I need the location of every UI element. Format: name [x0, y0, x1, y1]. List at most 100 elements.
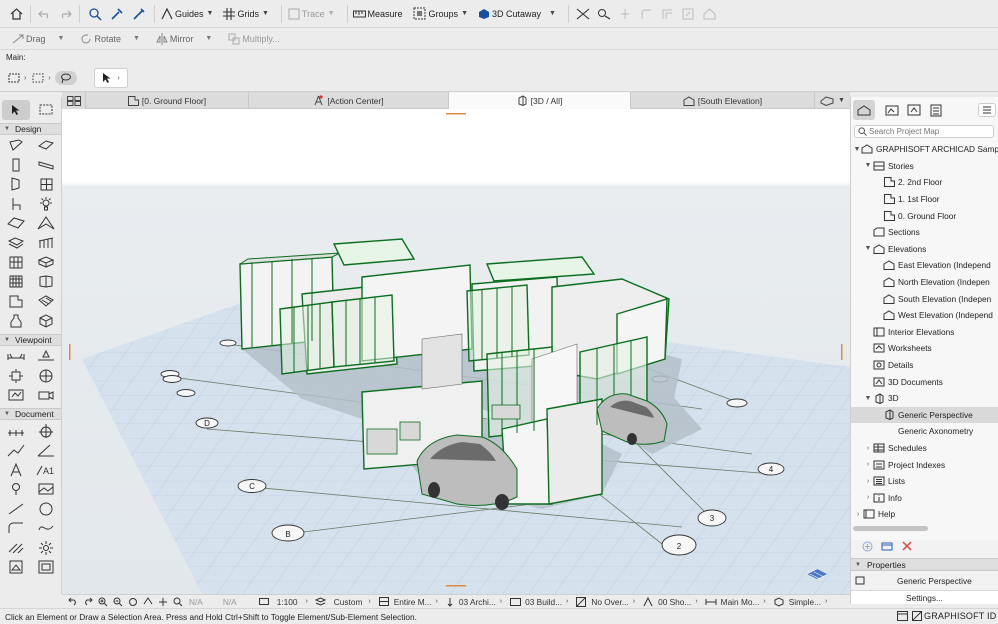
tab-action-center[interactable]: [Action Center]	[249, 92, 449, 109]
tab-south-elevation[interactable]: [South Elevation]	[631, 92, 815, 109]
tree-item[interactable]: Generic Axonometry	[851, 423, 998, 440]
pen-set-dropdown[interactable]: 03 Archi... ›	[444, 597, 502, 607]
search-input[interactable]	[869, 127, 989, 136]
tree-item[interactable]: ▼ 3D	[851, 390, 998, 407]
fillet-icon[interactable]	[636, 8, 657, 20]
view-map-icon[interactable]	[881, 104, 903, 116]
project-map-icon[interactable]	[853, 100, 875, 120]
tree-item[interactable]: West Elevation (Independ	[851, 307, 998, 324]
tree-item[interactable]: ▼ GRAPHISOFT ARCHICAD Samp	[851, 141, 998, 158]
tree-item[interactable]: Details	[851, 357, 998, 374]
toolbox-section-viewpoint[interactable]: ▼ Viewpoint	[0, 333, 61, 346]
worksheet-tool[interactable]	[31, 366, 61, 386]
chevron-right-icon[interactable]: ›	[863, 478, 873, 485]
redo-icon[interactable]	[55, 9, 75, 19]
tree-item[interactable]: Worksheets	[851, 340, 998, 357]
folder-view-icon[interactable]	[877, 541, 897, 551]
mirror-button[interactable]: Mirror ▼	[154, 32, 212, 45]
camera-tool[interactable]	[31, 386, 61, 406]
undo-view-icon[interactable]	[65, 597, 80, 606]
dimension-standard-dropdown[interactable]: Main Mo... ›	[704, 597, 766, 607]
slab-tool[interactable]	[31, 136, 61, 156]
roof-icon[interactable]	[699, 7, 720, 20]
offset-icon[interactable]	[657, 8, 678, 20]
home-icon[interactable]	[6, 7, 26, 20]
polyline-tool[interactable]	[1, 519, 31, 539]
zone-tool[interactable]	[1, 292, 31, 312]
tree-item[interactable]: South Elevation (Indepen	[851, 290, 998, 307]
arrow-tool-box[interactable]: ›	[94, 68, 128, 88]
shell-tool[interactable]	[31, 214, 61, 234]
guides-button[interactable]: Guides ▼	[159, 7, 213, 20]
chevron-right-icon[interactable]: ›	[863, 461, 873, 468]
tab-3d-all[interactable]: [3D / All]	[449, 92, 631, 109]
multiply-button[interactable]: Multiply...	[226, 33, 280, 45]
tree-item[interactable]: 0. Ground Floor	[851, 207, 998, 224]
eyedropper-icon[interactable]	[106, 7, 128, 21]
fill-tool[interactable]	[31, 292, 61, 312]
curtain-wall-tool[interactable]	[1, 253, 31, 273]
zoom-in-icon[interactable]	[95, 597, 110, 607]
chevron-right-icon[interactable]: ›	[863, 494, 873, 501]
tree-item[interactable]: 1. 1st Floor	[851, 191, 998, 208]
wall-tool[interactable]	[1, 136, 31, 156]
circle-tool[interactable]	[31, 499, 61, 519]
renovation-filter-dropdown[interactable]: 00 Sho... ›	[641, 596, 698, 607]
railing-tool[interactable]	[31, 233, 61, 253]
arrow-tool[interactable]	[2, 100, 30, 120]
hatch-tool[interactable]	[1, 538, 31, 558]
menu-icon[interactable]	[978, 103, 996, 117]
figure-tool[interactable]	[31, 480, 61, 500]
vase-tool[interactable]	[1, 311, 31, 331]
publisher-icon[interactable]	[925, 104, 947, 117]
tree-item[interactable]: 2. 2nd Floor	[851, 174, 998, 191]
chevron-down-icon[interactable]: ▼	[863, 395, 873, 402]
tree-item[interactable]: Generic Perspective	[851, 406, 998, 424]
chevron-down-icon[interactable]: ▼	[863, 245, 873, 252]
interior-elevation-tool[interactable]	[1, 366, 31, 386]
chevron-down-icon[interactable]: ▼	[863, 162, 873, 169]
hotspot-tool[interactable]	[1, 480, 31, 500]
properties-header[interactable]: ▼ Properties	[851, 558, 998, 571]
explore-icon[interactable]	[155, 597, 170, 607]
detail-tool[interactable]	[1, 386, 31, 406]
window-toggle-icon[interactable]	[895, 611, 909, 621]
box-tool[interactable]	[31, 311, 61, 331]
drag-button[interactable]: Drag ▼	[10, 34, 64, 44]
scale-dropdown[interactable]: 1:100 ›	[257, 597, 308, 607]
object-tool[interactable]	[1, 194, 31, 214]
groups-button[interactable]: Groups ▼	[411, 7, 468, 20]
label-tool[interactable]: A1	[31, 460, 61, 480]
stair-tool[interactable]	[1, 233, 31, 253]
3d-viewport[interactable]: D C B 2 3 4	[62, 109, 850, 594]
fit-in-window-icon[interactable]	[125, 597, 140, 607]
tree-item[interactable]: ▼ Elevations	[851, 241, 998, 258]
tree-item[interactable]: › Project Indexes	[851, 456, 998, 473]
drawing-tool[interactable]	[1, 558, 31, 578]
line-tool[interactable]	[1, 499, 31, 519]
chevron-right-icon[interactable]: ›	[853, 511, 863, 518]
rotation-field[interactable]: N/A	[189, 597, 203, 607]
tree-item[interactable]: Interior Elevations	[851, 324, 998, 341]
marquee-icon[interactable]	[6, 73, 22, 83]
radial-dimension-tool[interactable]	[1, 441, 31, 461]
zoom-area-icon[interactable]	[170, 597, 185, 607]
add-circle-icon[interactable]	[857, 541, 877, 552]
delete-x-icon[interactable]	[897, 541, 917, 551]
zoom-out-icon[interactable]	[110, 597, 125, 607]
cutaway-button[interactable]: 3D Cutaway ▼	[476, 8, 556, 20]
toolbox-section-document[interactable]: ▼ Document	[0, 408, 61, 420]
tab-overflow[interactable]: ▼	[815, 92, 850, 109]
text-tool[interactable]	[1, 460, 31, 480]
intersect-icon[interactable]	[615, 8, 636, 20]
rotate-button[interactable]: Rotate ▼	[78, 33, 140, 45]
angle-dimension-tool[interactable]	[31, 441, 61, 461]
skylight-tool[interactable]	[1, 272, 31, 292]
roof-tool[interactable]	[1, 214, 31, 234]
sun-tool[interactable]	[31, 538, 61, 558]
settings-button[interactable]: Settings...	[850, 590, 998, 604]
level-dimension-tool[interactable]	[31, 421, 61, 441]
tree-item[interactable]: ▼ Stories	[851, 158, 998, 175]
marquee-tool[interactable]	[31, 100, 61, 120]
mesh-tool[interactable]	[31, 272, 61, 292]
